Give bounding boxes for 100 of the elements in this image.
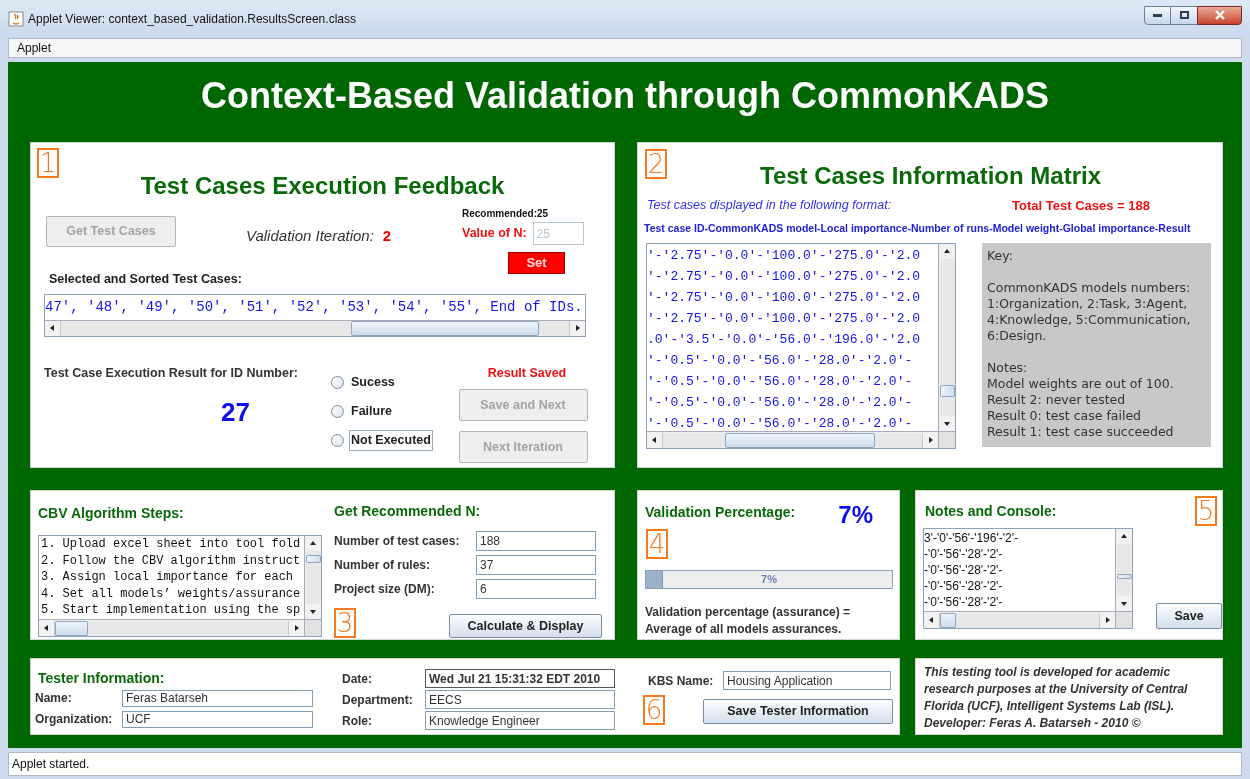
vertical-scrollbar[interactable] bbox=[938, 244, 955, 432]
matrix-row[interactable]: '-'0.5'-'0.0'-'56.0'-'28.0'-'2.0'- bbox=[647, 350, 938, 372]
field-label: Project size (DM): bbox=[334, 581, 436, 598]
radio-label[interactable]: Failure bbox=[349, 401, 394, 423]
vertical-scrollbar[interactable] bbox=[1115, 529, 1132, 611]
section-number: 2 bbox=[645, 149, 667, 179]
matrix-row[interactable]: '-'2.75'-'0.0'-'100.0'-'275.0'-'2.0 bbox=[647, 266, 938, 288]
horizontal-scrollbar[interactable] bbox=[924, 611, 1115, 628]
text-field[interactable]: 6 bbox=[476, 579, 596, 599]
scroll-thumb[interactable] bbox=[350, 320, 539, 336]
key-heading: CommonKADS models numbers: bbox=[987, 280, 1192, 297]
section-label: Selected and Sorted Test Cases: bbox=[49, 270, 243, 288]
key-note: Result 0: test case failed bbox=[987, 408, 1143, 425]
key-title: Key: bbox=[987, 248, 1014, 265]
key-note: Result 1: test case succeeded bbox=[987, 424, 1175, 441]
console-text-area[interactable]: 3'-'0'-'56'-'196'-'2'- -'0'-'56'-'28'-'2'- -'0'-'56'-'28'-'2'- -'0'-'56'-'28'-'2'- -'0'-'56'-'28'-'2'- bbox=[923, 528, 1133, 629]
text-field[interactable]: EECS bbox=[425, 690, 615, 709]
list-field[interactable]: 47', '48', '49', '50', '51', '52', '53', '54', '55', End of IDs. bbox=[44, 294, 586, 338]
recommended-label: Recommended:25 bbox=[462, 207, 550, 221]
button[interactable]: Calculate & Display bbox=[449, 614, 602, 638]
text-field[interactable]: Knowledge Engineer bbox=[425, 711, 615, 730]
window-title: Applet Viewer: context_based_validation.ResultsScreen.class bbox=[28, 11, 356, 28]
section-number: 5 bbox=[1195, 496, 1217, 526]
matrix-row[interactable]: '-'0.5'-'0.0'-'56.0'-'28.0'-'2.0'- bbox=[647, 392, 938, 414]
section-title: CBV Algorithm Steps: bbox=[38, 504, 185, 523]
matrix-row[interactable]: '-'2.75'-'0.0'-'100.0'-'275.0'-'2.0 bbox=[647, 245, 938, 267]
radio-button[interactable] bbox=[331, 434, 344, 448]
progress-bar: 7% bbox=[645, 570, 893, 589]
field-label: Value of N: bbox=[462, 225, 527, 243]
text-field[interactable]: Housing Application bbox=[723, 671, 891, 690]
matrix-row[interactable]: '-'2.75'-'0.0'-'100.0'-'275.0'-'2.0 bbox=[647, 308, 938, 330]
section-title: Get Recommended N: bbox=[334, 502, 482, 521]
field-label: Department: bbox=[342, 691, 414, 709]
section-title: Tester Information: bbox=[38, 669, 166, 687]
iteration-value: 2 bbox=[382, 227, 392, 244]
matrix-row[interactable]: '-'0.5'-'0.0'-'56.0'-'28.0'-'2.0'- bbox=[647, 371, 938, 393]
iteration-label: Validation Iteration: bbox=[246, 227, 374, 244]
maximize-icon[interactable] bbox=[1171, 5, 1197, 25]
console-line: -'0'-'56'-'28'-'2'- bbox=[924, 546, 1004, 562]
description-text: Validation percentage (assurance) = Average of all models assurances. bbox=[645, 604, 852, 638]
steps-text-area[interactable]: 1. Upload excel sheet into tool fold 2. Follow the CBV algorithm instruct 3. Assign local importance for each 4. Set all models’ weights/assurance 5. Start implementation using the sp bbox=[38, 535, 322, 637]
field-label: Name: bbox=[35, 690, 73, 707]
text-field[interactable]: Feras Batarseh bbox=[122, 689, 313, 707]
minimize-icon[interactable] bbox=[1144, 5, 1171, 25]
format-line: Test case ID-CommonKADS model-Local importance-Number of runs-Model weight-Global importance-Result bbox=[643, 220, 1192, 236]
text-field[interactable]: 188 bbox=[476, 531, 596, 551]
scroll-thumb[interactable] bbox=[55, 620, 88, 636]
console-line: 3'-'0'-'56'-'196'-'2'- bbox=[924, 530, 1019, 546]
id-number: 27 bbox=[221, 396, 251, 429]
console-line: -'0'-'56'-'28'-'2'- bbox=[924, 562, 1004, 578]
button[interactable]: Save Tester Information bbox=[703, 699, 893, 724]
scroll-thumb[interactable] bbox=[940, 612, 956, 628]
step-line: 1. Upload excel sheet into tool fold bbox=[41, 536, 302, 553]
step-line: 3. Assign local importance for each bbox=[41, 569, 295, 586]
field-label: Number of rules: bbox=[334, 557, 431, 574]
section-number: 3 bbox=[334, 608, 356, 638]
text-field[interactable]: 37 bbox=[476, 555, 596, 575]
step-line: 5. Start implementation using the sp bbox=[41, 602, 302, 619]
matrix-row[interactable]: .0'-'3.5'-'0.0'-'56.0'-'196.0'-'2.0 bbox=[647, 329, 938, 351]
scroll-thumb[interactable] bbox=[305, 555, 321, 564]
field-label: KBS Name: bbox=[648, 672, 715, 690]
text-field[interactable]: Wed Jul 21 15:31:32 EDT 2010 bbox=[425, 669, 615, 688]
about-text: This testing tool is developed for academic research purposes at the University of Central Florida (UCF), Intelligent Systems Lab (ISL). Developer: Feras A. Batarseh - 2010 © bbox=[924, 664, 1189, 732]
horizontal-scrollbar[interactable] bbox=[45, 319, 585, 337]
radio-button[interactable] bbox=[331, 376, 344, 390]
scroll-thumb[interactable] bbox=[939, 384, 955, 398]
format-note: Test cases displayed in the following format: bbox=[647, 197, 892, 215]
horizontal-scrollbar[interactable] bbox=[647, 431, 938, 449]
step-line: 2. Follow the CBV algorithm instruct bbox=[41, 552, 302, 569]
section-title: Validation Percentage: bbox=[645, 503, 796, 522]
section-number: 6 bbox=[643, 695, 665, 725]
scroll-thumb[interactable] bbox=[725, 432, 876, 448]
section-number: 4 bbox=[646, 529, 668, 559]
radio-button[interactable] bbox=[331, 405, 344, 419]
section-number: 1 bbox=[37, 148, 59, 178]
menu-item[interactable]: Applet bbox=[13, 39, 56, 57]
scroll-thumb[interactable] bbox=[1116, 574, 1132, 580]
radio-label[interactable]: Not Executed bbox=[349, 430, 433, 452]
section-title: Notes and Console: bbox=[925, 502, 1057, 521]
percentage-value: 7% bbox=[838, 501, 873, 529]
text-field[interactable]: UCF bbox=[122, 710, 313, 728]
step-line: 4. Set all models’ weights/assurance bbox=[41, 585, 302, 602]
vertical-scrollbar[interactable] bbox=[304, 536, 321, 619]
button[interactable]: Save bbox=[1156, 603, 1222, 629]
horizontal-scrollbar[interactable] bbox=[39, 619, 304, 636]
field-label: Organization: bbox=[35, 711, 114, 728]
key-heading: Notes: bbox=[987, 360, 1029, 377]
matrix-row[interactable]: '-'0.5'-'0.0'-'56.0'-'28.0'-'2.0'- bbox=[647, 413, 938, 432]
key-text: 1:Organization, 2:Task, 3:Agent, 4:Knowledge, 5:Communication, 6:Design. bbox=[987, 296, 1192, 345]
field-label: Date: bbox=[342, 670, 373, 688]
scrollbar-corner bbox=[938, 431, 955, 449]
java-cup-icon bbox=[8, 11, 24, 27]
radio-label[interactable]: Sucess bbox=[349, 372, 397, 394]
scrollbar-corner bbox=[1115, 611, 1132, 628]
matrix-row[interactable]: '-'2.75'-'0.0'-'100.0'-'275.0'-'2.0 bbox=[647, 287, 938, 309]
main-heading: Context-Based Validation through CommonKADS bbox=[200, 74, 1050, 118]
field-label: Test Case Execution Result for ID Number: bbox=[44, 365, 299, 383]
status-text: Result Saved bbox=[487, 365, 567, 383]
close-icon[interactable] bbox=[1197, 5, 1242, 25]
panel-title: Test Cases Execution Feedback bbox=[140, 172, 505, 199]
